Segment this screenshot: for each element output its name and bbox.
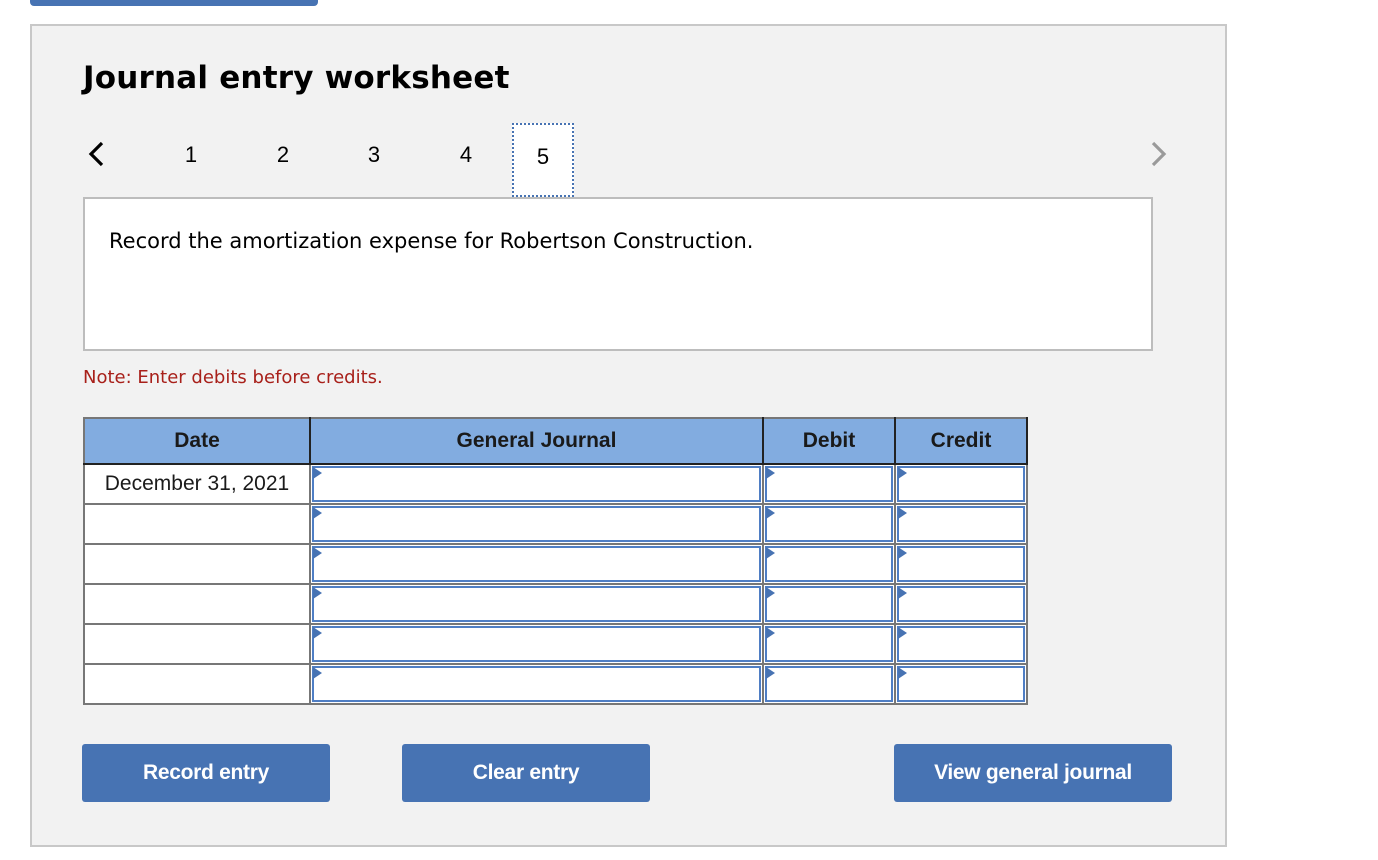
debit-cell: [762, 583, 896, 625]
date-cell[interactable]: [83, 543, 311, 585]
account-input[interactable]: [312, 546, 761, 582]
account-cell: [309, 543, 764, 585]
debit-cell: [762, 543, 896, 585]
account-input[interactable]: [312, 506, 761, 542]
account-cell: [309, 663, 764, 705]
record-entry-button[interactable]: Record entry: [82, 744, 330, 802]
note-text: Note: Enter debits before credits.: [83, 367, 383, 388]
header-date: Date: [83, 417, 311, 465]
account-input[interactable]: [312, 466, 761, 502]
journal-table: Date General Journal Debit Credit Decemb…: [83, 417, 1028, 705]
credit-cell: [894, 543, 1028, 585]
debit-cell: [762, 503, 896, 545]
header-credit: Credit: [894, 417, 1028, 465]
chevron-left-icon: [88, 141, 104, 167]
debit-input[interactable]: [765, 666, 893, 702]
table-row: [83, 543, 1028, 585]
date-cell[interactable]: December 31, 2021: [83, 463, 311, 505]
question-box: Record the amortization expense for Robe…: [83, 197, 1153, 351]
account-input[interactable]: [312, 586, 761, 622]
debit-cell: [762, 663, 896, 705]
credit-input[interactable]: [897, 626, 1025, 662]
credit-input[interactable]: [897, 506, 1025, 542]
page-title: Journal entry worksheet: [83, 60, 510, 96]
question-text: Record the amortization expense for Robe…: [109, 229, 754, 253]
header-debit: Debit: [762, 417, 896, 465]
account-cell: [309, 503, 764, 545]
credit-input[interactable]: [897, 546, 1025, 582]
credit-cell: [894, 583, 1028, 625]
debit-cell: [762, 463, 896, 505]
prev-step-button[interactable]: [84, 134, 110, 174]
step-3[interactable]: 3: [343, 123, 405, 197]
debit-cell: [762, 623, 896, 665]
account-cell: [309, 623, 764, 665]
debit-input[interactable]: [765, 506, 893, 542]
table-row: [83, 503, 1028, 545]
date-cell[interactable]: [83, 623, 311, 665]
worksheet-panel: Journal entry worksheet 1 2 3 4 5 Record…: [30, 24, 1227, 847]
account-input[interactable]: [312, 626, 761, 662]
date-cell[interactable]: [83, 583, 311, 625]
debit-input[interactable]: [765, 546, 893, 582]
header-general-journal: General Journal: [309, 417, 764, 465]
account-input[interactable]: [312, 666, 761, 702]
credit-cell: [894, 663, 1028, 705]
table-row: [83, 663, 1028, 705]
table-row: [83, 583, 1028, 625]
credit-input[interactable]: [897, 466, 1025, 502]
account-cell: [309, 583, 764, 625]
credit-cell: [894, 503, 1028, 545]
debit-input[interactable]: [765, 586, 893, 622]
step-4[interactable]: 4: [435, 123, 497, 197]
step-2[interactable]: 2: [252, 123, 314, 197]
credit-input[interactable]: [897, 586, 1025, 622]
credit-cell: [894, 463, 1028, 505]
credit-input[interactable]: [897, 666, 1025, 702]
table-row: [83, 623, 1028, 665]
date-cell[interactable]: [83, 663, 311, 705]
date-cell[interactable]: [83, 503, 311, 545]
account-cell: [309, 463, 764, 505]
top-tab[interactable]: [30, 0, 318, 6]
step-1[interactable]: 1: [160, 123, 222, 197]
next-step-button[interactable]: [1145, 134, 1171, 174]
table-header-row: Date General Journal Debit Credit: [83, 417, 1028, 465]
debit-input[interactable]: [765, 466, 893, 502]
credit-cell: [894, 623, 1028, 665]
view-general-journal-button[interactable]: View general journal: [894, 744, 1172, 802]
debit-input[interactable]: [765, 626, 893, 662]
chevron-right-icon: [1151, 141, 1167, 167]
clear-entry-button[interactable]: Clear entry: [402, 744, 650, 802]
table-row: December 31, 2021: [83, 463, 1028, 505]
step-5-active[interactable]: 5: [512, 123, 574, 197]
